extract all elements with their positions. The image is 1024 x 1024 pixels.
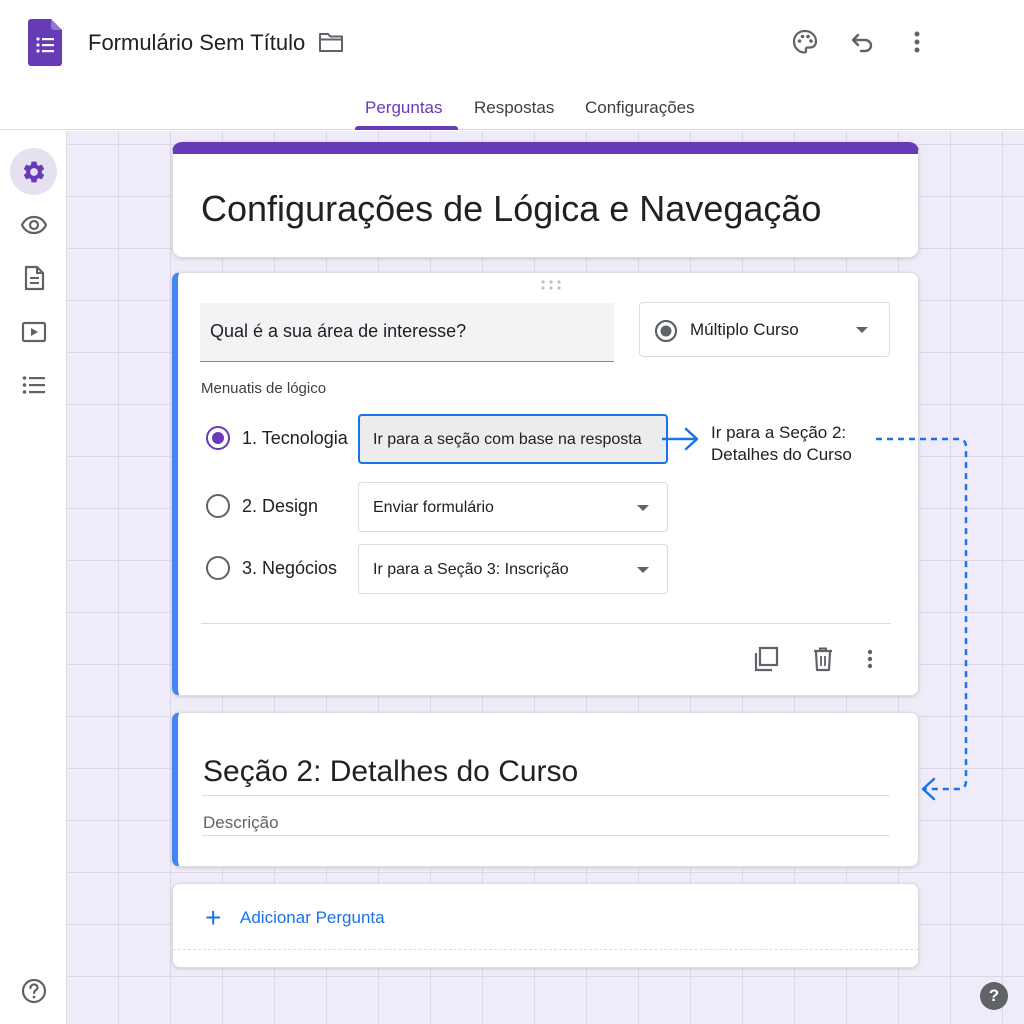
question-type-label: Múltiplo Curso [690, 320, 799, 339]
form-heading[interactable]: Configurações de Lógica e Navegação [201, 188, 821, 230]
tab-bar: Perguntas Respostas Configurações [0, 84, 1024, 130]
option-label[interactable]: 2. Design [242, 496, 318, 517]
folder-icon[interactable] [318, 31, 344, 53]
form-document-title[interactable]: Formulário Sem Título [88, 30, 305, 56]
sidebar-item-video[interactable] [10, 308, 57, 355]
active-tab-indicator [355, 126, 458, 130]
question-more-button[interactable] [854, 643, 886, 675]
list-icon [22, 375, 45, 394]
duplicate-icon [754, 646, 779, 672]
add-question-button[interactable]: + Adicionar Pergunta [172, 883, 919, 968]
destination-value: Enviar formulário [373, 499, 494, 516]
section-description-input[interactable]: Descrição [203, 813, 279, 833]
left-sidebar [0, 131, 67, 1024]
jump-annotation-line: Ir para a Seção 2: [711, 423, 847, 442]
more-vert-icon [867, 649, 873, 669]
undo-icon [851, 33, 873, 53]
sidebar-item-settings[interactable] [10, 148, 57, 195]
option-row: 2. Design Enviar formulário [200, 482, 680, 532]
more-vert-icon [914, 31, 920, 53]
form-title-card: Configurações de Lógica e Navegação [172, 142, 919, 258]
radio-button-icon [654, 319, 678, 343]
question-card[interactable]: Qual é a sua área de interesse? Múltiplo… [172, 272, 919, 696]
option-radio[interactable] [206, 426, 230, 450]
jump-annotation-line: Detalhes do Curso [711, 445, 852, 464]
card-divider [201, 623, 891, 624]
logic-section-label: Menuatis de lógico [201, 380, 327, 397]
forms-logo-icon[interactable] [28, 19, 62, 66]
option-label[interactable]: 3. Negócios [242, 558, 337, 579]
tab-configuracoes[interactable]: Configurações [585, 98, 695, 118]
plus-icon: + [205, 902, 222, 933]
header-bar: Formulário Sem Título Perguntas Resposta… [0, 0, 1024, 130]
chevron-down-icon [637, 505, 649, 511]
document-icon [24, 265, 44, 290]
help-icon[interactable] [21, 978, 47, 1004]
option-row: 1. Tecnologia Ir para a seção com base n… [200, 414, 680, 464]
palette-button[interactable] [785, 22, 825, 62]
option-row: 3. Negócios Ir para a Seção 3: Inscrição [200, 544, 680, 594]
section-destination-dropdown[interactable]: Ir para a seção com base na resposta [358, 414, 668, 464]
drag-handle-icon[interactable] [540, 279, 562, 291]
option-radio[interactable] [206, 556, 230, 580]
more-options-button[interactable] [897, 22, 937, 62]
add-question-label: Adicionar Pergunta [240, 908, 385, 927]
destination-value: Ir para a Seção 3: Inscrição [373, 561, 569, 578]
sidebar-item-document[interactable] [10, 254, 57, 301]
sidebar-item-sections[interactable] [10, 361, 57, 408]
option-label[interactable]: 1. Tecnologia [242, 428, 348, 449]
delete-icon [814, 647, 832, 672]
option-radio[interactable] [206, 494, 230, 518]
settings-icon [23, 161, 44, 182]
section-description-underline [202, 835, 890, 836]
section-title[interactable]: Seção 2: Detalhes do Curso [203, 755, 578, 789]
tab-perguntas[interactable]: Perguntas [365, 98, 443, 118]
preview-eye-icon [20, 215, 47, 234]
delete-button[interactable] [807, 643, 839, 675]
question-text-input[interactable]: Qual é a sua área de interesse? [200, 303, 614, 362]
chevron-down-icon [856, 327, 868, 333]
section-destination-dropdown[interactable]: Enviar formulário [358, 482, 668, 532]
palette-icon [792, 29, 818, 54]
section-destination-dropdown[interactable]: Ir para a Seção 3: Inscrição [358, 544, 668, 594]
sidebar-item-preview[interactable] [10, 201, 57, 248]
dashed-divider [173, 949, 918, 950]
question-type-dropdown[interactable]: Múltiplo Curso [639, 302, 890, 357]
chevron-down-icon [637, 567, 649, 573]
section-title-underline [202, 795, 890, 796]
section-card[interactable]: Seção 2: Detalhes do Curso Descrição [172, 712, 919, 867]
play-icon [21, 321, 46, 342]
duplicate-button[interactable] [750, 643, 782, 675]
tab-respostas[interactable]: Respostas [474, 98, 554, 118]
help-button[interactable]: ? [980, 982, 1008, 1010]
jump-annotation: Ir para a Seção 2: Detalhes do Curso [711, 422, 881, 466]
undo-button[interactable] [842, 22, 882, 62]
